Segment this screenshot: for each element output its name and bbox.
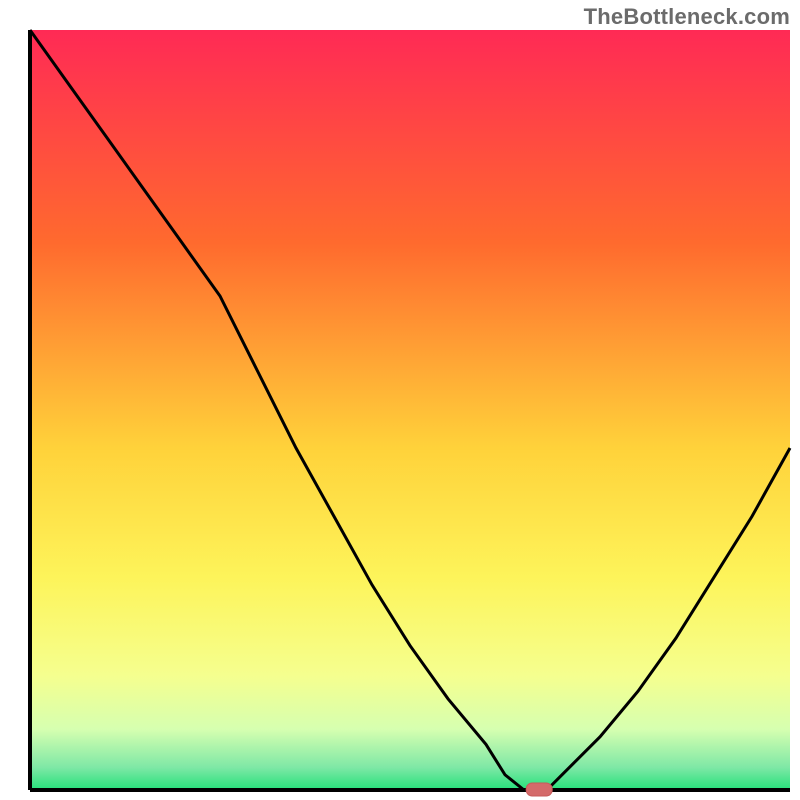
optimal-marker [526,783,552,796]
bottleneck-chart: TheBottleneck.com [0,0,800,800]
chart-svg [0,0,800,800]
watermark-text: TheBottleneck.com [584,4,790,30]
plot-background [30,30,790,790]
